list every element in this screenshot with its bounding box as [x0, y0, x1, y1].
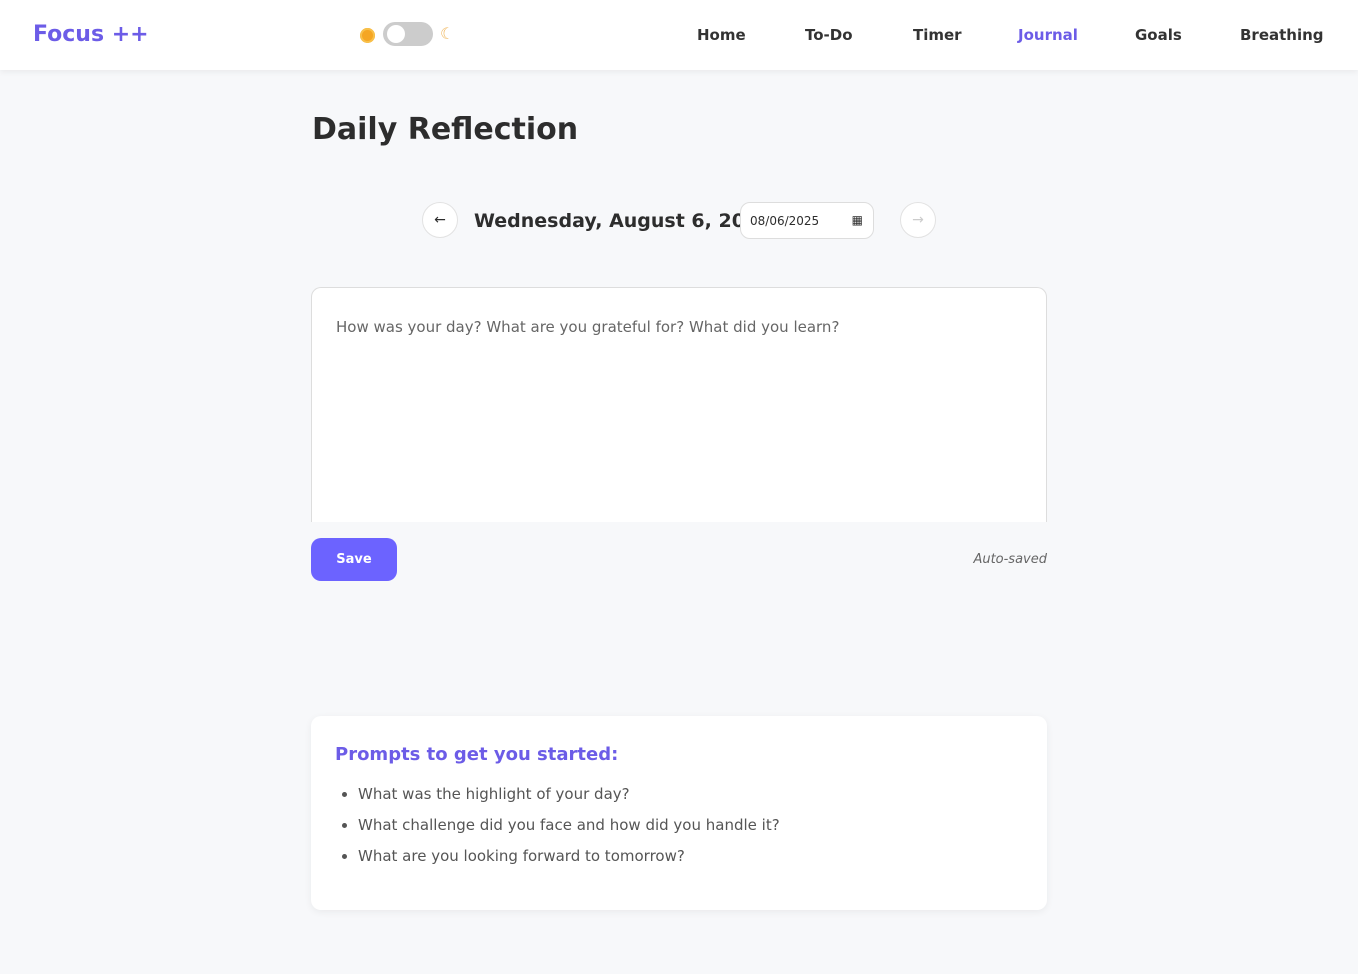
prompt-item: What challenge did you face and how did … — [358, 816, 1023, 834]
prompt-item: What are you looking forward to tomorrow… — [358, 847, 1023, 865]
nav-breathing[interactable]: Breathing — [1240, 26, 1324, 44]
journal-textarea[interactable]: How was your day? What are you grateful … — [311, 287, 1047, 522]
nav-home[interactable]: Home — [697, 26, 746, 44]
moon-icon: ☾ — [440, 24, 455, 43]
nav-timer[interactable]: Timer — [913, 26, 962, 44]
date-input[interactable]: 08/06/2025 ▦ — [740, 202, 874, 239]
nav-goals[interactable]: Goals — [1135, 26, 1182, 44]
prompt-item: What was the highlight of your day? — [358, 785, 1023, 803]
prompts-card: Prompts to get you started: What was the… — [311, 716, 1047, 910]
sun-icon — [360, 28, 375, 43]
next-day-button[interactable]: → — [900, 202, 936, 238]
save-button[interactable]: Save — [311, 538, 397, 581]
toggle-knob — [387, 25, 405, 43]
date-value: 08/06/2025 — [750, 214, 820, 228]
navbar: Focus ++ ☾ Home To-Do Timer Journal Goal… — [0, 0, 1358, 70]
date-label: Wednesday, August 6, 2025 — [474, 210, 772, 232]
nav-journal[interactable]: Journal — [1018, 26, 1078, 44]
page-title: Daily Reflection — [312, 112, 579, 147]
save-status: Auto-saved — [973, 552, 1047, 567]
theme-toggle[interactable] — [383, 22, 433, 46]
nav-todo[interactable]: To-Do — [805, 26, 853, 44]
prev-day-button[interactable]: ← — [422, 202, 458, 238]
logo[interactable]: Focus ++ — [33, 22, 149, 47]
prompts-title: Prompts to get you started: — [335, 744, 619, 765]
calendar-icon[interactable]: ▦ — [852, 213, 863, 227]
